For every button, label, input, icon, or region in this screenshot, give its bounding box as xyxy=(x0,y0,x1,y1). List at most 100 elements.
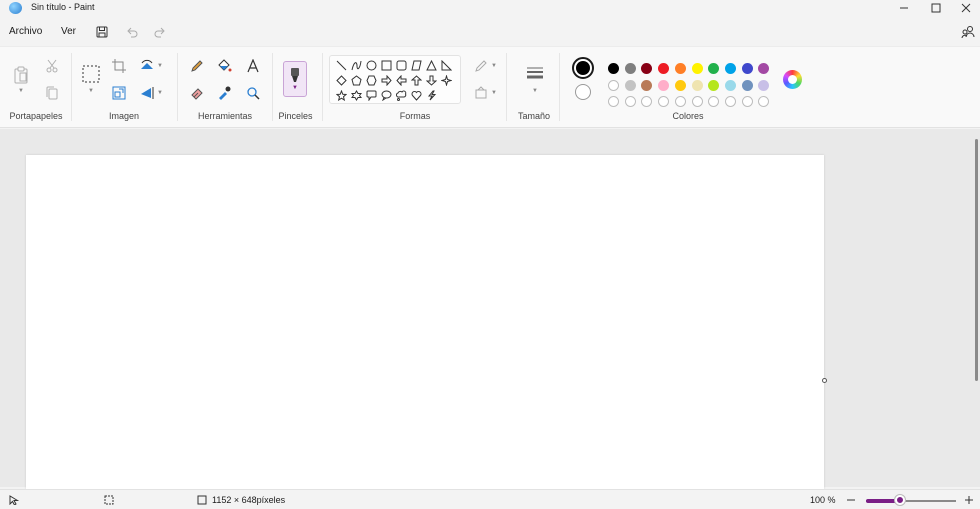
shape-pentagon[interactable] xyxy=(350,74,363,87)
shape-line[interactable] xyxy=(335,59,348,72)
color-swatch[interactable] xyxy=(608,63,619,74)
shape-left-arrow[interactable] xyxy=(395,74,408,87)
color-swatch[interactable] xyxy=(708,63,720,74)
shape-triangle[interactable] xyxy=(425,59,438,72)
shape-hexagon[interactable] xyxy=(365,74,378,87)
shape-cloud-callout[interactable] xyxy=(395,89,408,102)
custom-color-slot[interactable] xyxy=(624,96,636,107)
fill-dropdown-icon[interactable]: ▼ xyxy=(490,90,498,96)
custom-color-slot[interactable] xyxy=(708,96,720,107)
custom-color-slot[interactable] xyxy=(658,96,670,107)
flip-dropdown-icon[interactable]: ▼ xyxy=(156,90,164,96)
size-dropdown-icon[interactable]: ▼ xyxy=(531,88,539,94)
rotate-dropdown-icon[interactable]: ▼ xyxy=(156,63,164,69)
zoom-out-button[interactable] xyxy=(845,494,857,506)
color-swatch[interactable] xyxy=(674,63,686,74)
flip-button[interactable] xyxy=(137,83,157,103)
custom-color-slot[interactable] xyxy=(641,96,653,107)
shape-oval[interactable] xyxy=(365,59,378,72)
copy-button[interactable] xyxy=(42,83,62,103)
drawing-canvas[interactable] xyxy=(26,155,824,489)
paste-button[interactable] xyxy=(11,65,31,85)
custom-color-slot[interactable] xyxy=(724,96,736,107)
shape-six-point-star[interactable] xyxy=(350,89,363,102)
magnifier-button[interactable] xyxy=(243,83,263,103)
select-button[interactable] xyxy=(80,63,102,85)
redo-button[interactable] xyxy=(153,25,167,39)
shape-five-point-star[interactable] xyxy=(335,89,348,102)
shape-rectangle[interactable] xyxy=(380,59,393,72)
brushes-button[interactable]: ▼ xyxy=(283,61,307,97)
rotate-button[interactable] xyxy=(137,56,157,76)
color-swatch[interactable] xyxy=(724,63,736,74)
custom-color-slot[interactable] xyxy=(741,96,753,107)
shape-heart[interactable] xyxy=(410,89,423,102)
shape-fill-button[interactable] xyxy=(471,83,491,103)
secondary-color[interactable] xyxy=(575,84,591,100)
shape-rounded-rectangle[interactable] xyxy=(395,59,408,72)
menu-archivo[interactable]: Archivo xyxy=(9,26,42,37)
shape-down-arrow[interactable] xyxy=(425,74,438,87)
color-swatch[interactable] xyxy=(758,63,770,74)
paste-dropdown-icon[interactable]: ▼ xyxy=(17,88,25,94)
minimize-button[interactable] xyxy=(889,0,919,16)
shape-curve[interactable] xyxy=(350,59,363,72)
menu-ver[interactable]: Ver xyxy=(61,26,76,37)
shape-polygon[interactable] xyxy=(410,59,423,72)
zoom-in-button[interactable] xyxy=(963,494,975,506)
zoom-level-text[interactable]: 100 % xyxy=(810,495,836,505)
color-swatch[interactable] xyxy=(624,63,636,74)
color-swatch[interactable] xyxy=(691,80,703,91)
size-button[interactable] xyxy=(524,63,546,83)
shape-four-point-star[interactable] xyxy=(440,74,453,87)
pencil-button[interactable] xyxy=(187,56,207,76)
eraser-button[interactable] xyxy=(187,83,207,103)
color-swatch[interactable] xyxy=(641,80,653,91)
resize-button[interactable] xyxy=(109,83,129,103)
custom-color-slot[interactable] xyxy=(674,96,686,107)
zoom-slider-thumb[interactable] xyxy=(895,495,906,505)
color-swatch[interactable] xyxy=(708,80,720,91)
color-swatch[interactable] xyxy=(641,63,653,74)
primary-color[interactable] xyxy=(572,57,594,79)
canvas-resize-handle[interactable] xyxy=(822,378,827,383)
maximize-button[interactable] xyxy=(921,0,951,16)
cut-button[interactable] xyxy=(42,56,62,76)
color-swatch[interactable] xyxy=(658,80,670,91)
shape-diamond[interactable] xyxy=(335,74,348,87)
color-wheel-icon[interactable] xyxy=(783,70,802,89)
color-swatch[interactable] xyxy=(741,63,753,74)
select-dropdown-icon[interactable]: ▼ xyxy=(87,88,95,94)
color-swatch[interactable] xyxy=(624,80,636,91)
shape-rounded-callout[interactable] xyxy=(365,89,378,102)
vertical-scrollbar[interactable] xyxy=(975,139,978,381)
color-picker-button[interactable] xyxy=(214,83,234,103)
color-swatch[interactable] xyxy=(674,80,686,91)
shape-right-arrow[interactable] xyxy=(380,74,393,87)
color-swatch[interactable] xyxy=(691,63,703,74)
custom-color-slot[interactable] xyxy=(608,96,619,107)
custom-color-slot[interactable] xyxy=(691,96,703,107)
shape-lightning[interactable] xyxy=(425,89,438,102)
shape-up-arrow[interactable] xyxy=(410,74,423,87)
color-swatch[interactable] xyxy=(724,80,736,91)
close-button[interactable] xyxy=(951,0,980,16)
crop-button[interactable] xyxy=(109,56,129,76)
color-swatch[interactable] xyxy=(741,80,753,91)
undo-button[interactable] xyxy=(125,25,139,39)
selection-size xyxy=(103,494,115,506)
custom-color-slot[interactable] xyxy=(758,96,770,107)
ribbon-toolbar: ▼ Portapapeles ▼ ▼ ▼ Imagen Herramientas… xyxy=(0,46,980,128)
shape-right-triangle[interactable] xyxy=(440,59,453,72)
save-button[interactable] xyxy=(95,25,109,39)
color-swatch[interactable] xyxy=(608,80,619,91)
canvas-size xyxy=(196,494,208,506)
text-button[interactable] xyxy=(243,56,263,76)
shape-oval-callout[interactable] xyxy=(380,89,393,102)
account-button[interactable] xyxy=(961,25,975,39)
color-swatch[interactable] xyxy=(658,63,670,74)
fill-button[interactable] xyxy=(214,56,234,76)
color-swatch[interactable] xyxy=(758,80,770,91)
outline-dropdown-icon[interactable]: ▼ xyxy=(490,63,498,69)
shape-outline-button[interactable] xyxy=(471,56,491,76)
